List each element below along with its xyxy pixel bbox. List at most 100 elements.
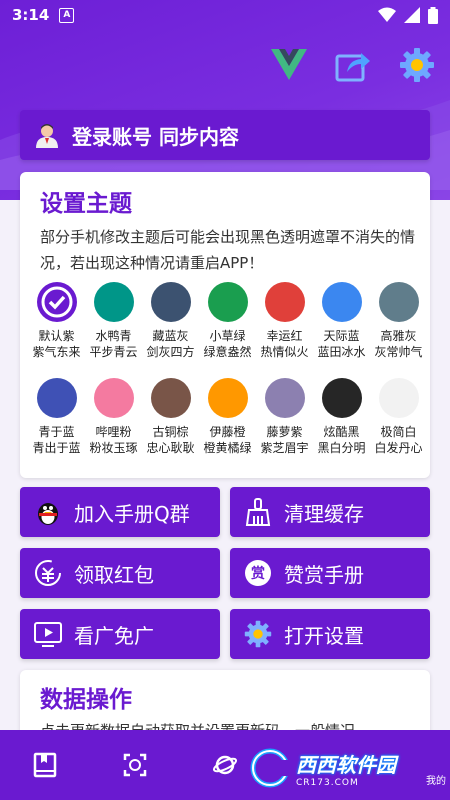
gear-icon — [400, 48, 434, 82]
notification-badge: A — [59, 7, 75, 23]
swatch-label: 幸运红 — [266, 329, 303, 343]
battery-icon — [428, 6, 438, 24]
swatch-label: 水鸭青 — [95, 329, 132, 343]
red-packet-label: 领取红包 — [74, 562, 154, 587]
theme-swatch[interactable]: 高雅灰 灰常帅气 — [370, 282, 427, 378]
theme-swatch[interactable]: 藤萝紫 紫芝眉宇 — [256, 378, 313, 474]
swatch-label: 小草绿 — [209, 329, 246, 343]
open-settings-button[interactable]: 打开设置 — [230, 609, 430, 659]
user-avatar-icon — [36, 124, 58, 148]
theme-swatch[interactable]: 哔哩粉 粉妆玉琢 — [85, 378, 142, 474]
swatch-label: 哔哩粉 — [95, 425, 132, 439]
swatch-color — [378, 282, 419, 322]
scan-icon — [123, 753, 147, 777]
swatch-label: 炫酷黑 — [323, 425, 360, 439]
vue-logo-button[interactable] — [270, 46, 308, 84]
clear-cache-button[interactable]: 清理缓存 — [230, 487, 430, 537]
share-button[interactable] — [334, 46, 372, 84]
swatch-label: 伊藤橙 — [209, 425, 246, 439]
swatch-subtitle: 青出于蓝 — [32, 441, 81, 455]
swatch-subtitle: 忠心耿耿 — [146, 441, 195, 455]
share-icon — [335, 53, 370, 82]
red-packet-icon — [34, 559, 62, 587]
swatch-label: 藏蓝灰 — [152, 329, 189, 343]
site-watermark: 西西软件园 CR173.COM — [250, 740, 440, 796]
swatch-color — [36, 282, 77, 322]
swatch-subtitle: 剑灰四方 — [146, 345, 195, 359]
settings-button[interactable] — [398, 46, 436, 84]
theme-swatch[interactable]: 天际蓝 蓝田冰水 — [313, 282, 370, 378]
ad-free-label: 看广免广 — [74, 623, 154, 648]
swatch-subtitle: 橙黄橘绿 — [203, 441, 252, 455]
login-label: 登录账号 同步内容 — [72, 124, 239, 149]
join-group-label: 加入手册Q群 — [74, 501, 190, 526]
swatch-label: 青于蓝 — [38, 425, 75, 439]
swatch-row: 默认紫紫气东来 水鸭青平步青云 藏蓝灰剑灰四方 小草绿绿意盎然 幸运红热情似火 天际蓝蓝田… — [28, 282, 428, 378]
swatch-color — [93, 378, 134, 418]
check-icon — [41, 286, 72, 318]
toolbar — [270, 46, 436, 84]
status-time: 3:14 — [12, 6, 50, 24]
theme-swatch[interactable]: 幸运红 热情似火 — [256, 282, 313, 378]
broom-icon — [244, 498, 272, 526]
swatch-color — [378, 378, 419, 418]
swatch-label: 古铜棕 — [152, 425, 189, 439]
swatch-color — [321, 378, 362, 418]
theme-swatch-grid: 默认紫紫气东来 水鸭青平步青云 藏蓝灰剑灰四方 小草绿绿意盎然 幸运红热情似火 天际蓝蓝田… — [28, 282, 428, 474]
swatch-color — [264, 282, 305, 322]
theme-swatch[interactable]: 古铜棕 忠心耿耿 — [142, 378, 199, 474]
swatch-row: 青于蓝青出于蓝 哔哩粉 粉妆玉琢 古铜棕忠心耿耿 伊藤橙橙黄橘绿 藤萝紫 紫芝眉宇 炫酷黑黑白… — [28, 378, 428, 474]
swatch-label: 极简白 — [380, 425, 417, 439]
swatch-color — [207, 282, 248, 322]
swatch-color — [207, 378, 248, 418]
swatch-color — [93, 282, 134, 322]
wifi-icon — [378, 7, 396, 22]
swatch-color — [264, 378, 305, 418]
penguin-icon — [34, 498, 62, 526]
status-bar: 3:14 A — [0, 0, 450, 30]
clear-cache-label: 清理缓存 — [284, 501, 364, 526]
reward-label: 赞赏手册 — [284, 562, 364, 587]
swatch-color — [36, 378, 77, 418]
swatch-subtitle: 蓝田冰水 — [317, 345, 366, 359]
swatch-subtitle: 黑白分明 — [317, 441, 366, 455]
theme-swatch[interactable]: 炫酷黑 黑白分明 — [313, 378, 370, 474]
swatch-label: 高雅灰 — [380, 329, 417, 343]
nav-manual[interactable] — [0, 730, 90, 800]
swatch-label: 天际蓝 — [323, 329, 360, 343]
join-group-button[interactable]: 加入手册Q群 — [20, 487, 220, 537]
book-icon — [33, 752, 57, 778]
swatch-color — [150, 378, 191, 418]
theme-card: 设置主题 部分手机修改主题后可能会出现黑色透明遮罩不消失的情况，若出现这种情况请… — [20, 172, 430, 478]
data-operations-title: 数据操作 — [40, 687, 132, 713]
theme-swatch[interactable]: 伊藤橙 橙黄橘绿 — [199, 378, 256, 474]
swatch-subtitle: 灰常帅气 — [374, 345, 423, 359]
theme-swatch[interactable]: 青于蓝 青出于蓝 — [28, 378, 85, 474]
swatch-subtitle: 白发丹心 — [374, 441, 423, 455]
swatch-subtitle: 平步青云 — [89, 345, 138, 359]
settings-gear-icon — [244, 620, 272, 648]
nav-scan[interactable] — [90, 730, 180, 800]
reward-glyph: 赏 — [245, 560, 271, 586]
theme-swatch[interactable]: 水鸭青 平步青云 — [85, 282, 142, 378]
watermark-logo-icon — [250, 748, 290, 788]
watermark-domain: CR173.COM — [296, 777, 359, 788]
theme-swatch[interactable]: 默认紫 紫气东来 — [28, 282, 85, 378]
swatch-subtitle: 热情似火 — [260, 345, 309, 359]
theme-description: 部分手机修改主题后可能会出现黑色透明遮罩不消失的情况，若出现这种情况请重启APP… — [40, 228, 416, 272]
theme-swatch[interactable]: 藏蓝灰 剑灰四方 — [142, 282, 199, 378]
ad-free-button[interactable]: 看广免广 — [20, 609, 220, 659]
swatch-subtitle: 紫气东来 — [32, 345, 81, 359]
reward-button[interactable]: 赏 赞赏手册 — [230, 548, 430, 598]
login-sync-button[interactable]: 登录账号 同步内容 — [20, 110, 430, 160]
swatch-label: 默认紫 — [38, 329, 75, 343]
watermark-brand: 西西软件园 — [296, 752, 396, 777]
swatch-subtitle: 绿意盎然 — [203, 345, 252, 359]
theme-swatch[interactable]: 极简白 白发丹心 — [370, 378, 427, 474]
swatch-color — [150, 282, 191, 322]
planet-icon — [212, 755, 238, 775]
theme-swatch[interactable]: 小草绿 绿意盎然 — [199, 282, 256, 378]
signal-icon — [404, 7, 420, 23]
open-settings-label: 打开设置 — [284, 623, 364, 648]
red-packet-button[interactable]: 领取红包 — [20, 548, 220, 598]
